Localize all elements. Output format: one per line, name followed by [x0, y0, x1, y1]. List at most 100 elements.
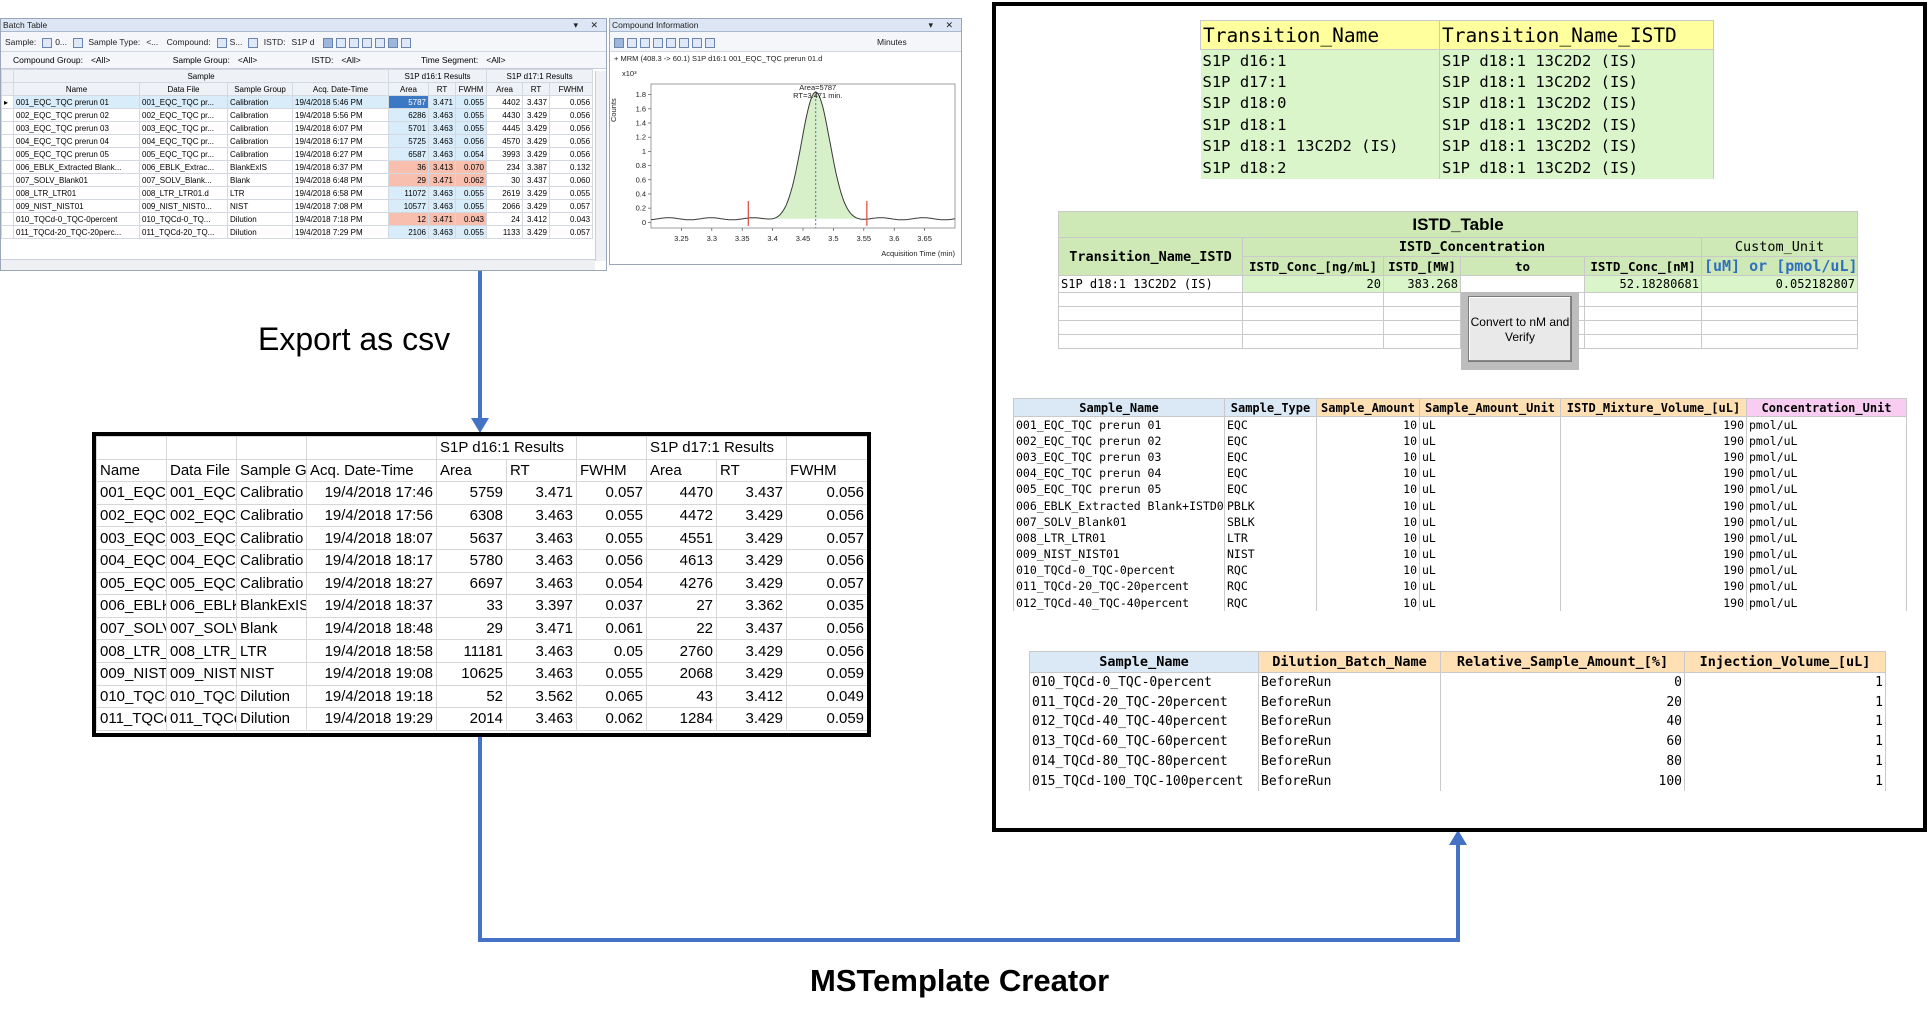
batch-cell[interactable]: 19/4/2018 6:27 PM [292, 147, 389, 161]
sample-table-row[interactable]: 003_EQC_TQC prerun 03 EQC 10 uL 190 pmol/uL [1013, 448, 1907, 466]
integrate-icon[interactable] [653, 37, 663, 48]
sample-table-cell[interactable]: 006_EBLK_Extracted Blank+ISTD01 [1013, 497, 1225, 514]
batch-cell[interactable]: 004_EQC_TQC prerun 04 [13, 134, 140, 148]
batch-cell[interactable]: 006_EBLK_Extrac... [139, 160, 228, 174]
sample-table-cell[interactable]: 190 [1560, 416, 1747, 433]
batch-cell[interactable]: 010_TQCd-0_TQ... [139, 212, 228, 226]
transition-name-cell[interactable]: S1P d18:2 [1200, 157, 1440, 179]
sample-table-cell[interactable]: uL [1419, 448, 1561, 466]
sample-table-cell[interactable]: pmol/uL [1746, 416, 1907, 433]
batch-cell[interactable]: 3.463 [428, 147, 456, 161]
dilution-table-cell[interactable]: 1 [1684, 771, 1886, 792]
sample-table-row[interactable]: 005_EQC_TQC prerun 05 EQC 10 uL 190 pmol/uL [1013, 481, 1907, 498]
dilution-table-cell[interactable]: BeforeRun [1258, 771, 1441, 792]
sample-table-cell[interactable]: 10 [1316, 465, 1420, 482]
sample-table-cell[interactable]: 190 [1560, 513, 1747, 530]
batch-cell[interactable]: 3.429 [522, 121, 551, 135]
dilution-table-cell[interactable]: BeforeRun [1258, 712, 1441, 732]
sample-table-cell[interactable]: pmol/uL [1746, 465, 1907, 482]
transition-name-cell[interactable]: S1P d18:1 [1200, 114, 1440, 136]
batch-cell[interactable]: 0.057 [549, 199, 594, 213]
batch-cell[interactable]: 008_LTR_LTR01 [13, 186, 140, 200]
batch-cell[interactable]: 3.463 [428, 199, 456, 213]
sample-table-cell[interactable]: 10 [1316, 448, 1420, 466]
batch-cell[interactable]: 3.471 [428, 173, 456, 187]
sample-table-cell[interactable]: PBLK [1224, 497, 1317, 514]
sample-table-cell[interactable]: pmol/uL [1746, 562, 1907, 579]
sample-table-cell[interactable]: 003_EQC_TQC prerun 03 [1013, 448, 1225, 466]
batch-cell[interactable]: 3.413 [428, 160, 456, 174]
dilution-table-row[interactable]: 011_TQCd-20_TQC-20percent BeforeRun 20 1 [1029, 692, 1886, 713]
batch-cell[interactable]: 0.056 [549, 121, 594, 135]
sample-table-cell[interactable]: 011_TQCd-20_TQC-20percent [1013, 578, 1225, 595]
batch-cell[interactable]: 005_EQC_TQC prerun 05 [13, 147, 140, 161]
batch-cell[interactable]: 4570 [486, 134, 524, 148]
row-indicator[interactable]: ▸ [1, 95, 14, 109]
batch-cell[interactable]: 19/4/2018 7:08 PM [292, 199, 389, 213]
batch-cell[interactable]: 3.437 [522, 173, 551, 187]
dilution-table-row[interactable]: 014_TQCd-80_TQC-80percent BeforeRun 80 1 [1029, 751, 1886, 772]
sample-table-cell[interactable]: EQC [1224, 432, 1317, 449]
print-icon[interactable] [692, 37, 702, 48]
autoscale-icon[interactable] [640, 37, 650, 48]
dilution-table-row[interactable]: 013_TQCd-60_TQC-60percent BeforeRun 60 1 [1029, 731, 1886, 752]
sample-table-cell[interactable]: uL [1419, 513, 1561, 530]
batch-cell[interactable]: 004_EQC_TQC pr... [139, 134, 228, 148]
sample-table-cell[interactable]: 10 [1316, 546, 1420, 563]
batch-cell[interactable]: 005_EQC_TQC pr... [139, 147, 228, 161]
column-header[interactable]: FWHM [549, 82, 594, 96]
batch-cell[interactable]: 3.471 [428, 95, 456, 109]
sample-select[interactable]: 0... [55, 37, 67, 47]
batch-cell[interactable]: Calibration [227, 95, 293, 109]
dilution-table-row[interactable]: 010_TQCd-0_TQC-0percent BeforeRun 0 1 [1029, 672, 1886, 693]
batch-cell[interactable]: 0.055 [454, 95, 488, 109]
sample-table-cell[interactable]: uL [1419, 546, 1561, 563]
batch-table-row[interactable]: 002_EQC_TQC prerun 02 002_EQC_TQC pr... Ca… [1, 108, 594, 122]
row-indicator[interactable] [1, 147, 14, 161]
dilution-table-cell[interactable]: 010_TQCd-0_TQC-0percent [1029, 672, 1259, 693]
dilution-table-cell[interactable]: 1 [1684, 692, 1886, 713]
batch-cell[interactable]: 2106 [388, 225, 429, 239]
batch-cell[interactable]: 008_LTR_LTR01.d [139, 186, 228, 200]
horizontal-scrollbar[interactable] [1, 259, 595, 270]
row-indicator[interactable] [1, 173, 14, 187]
compound-select[interactable]: S... [230, 37, 243, 47]
row-indicator[interactable] [1, 134, 14, 148]
batch-cell[interactable]: 234 [486, 160, 524, 174]
sample-table-cell[interactable]: SBLK [1224, 513, 1317, 530]
istd-row-name[interactable]: S1P d18:1 13C2D2 (IS) [1058, 275, 1243, 293]
sample-table-cell[interactable]: 190 [1560, 432, 1747, 449]
batch-cell[interactable]: 3.463 [428, 186, 456, 200]
flag-blue-icon[interactable] [361, 37, 372, 48]
dilution-table-cell[interactable]: 40 [1440, 712, 1685, 732]
transition-row[interactable]: S1P d18:0 S1P d18:1 13C2D2 (IS) [1200, 92, 1714, 114]
sample-table-cell[interactable]: pmol/uL [1746, 546, 1907, 563]
batch-cell[interactable]: 29 [388, 173, 429, 187]
batch-cell[interactable]: 0.043 [549, 212, 594, 226]
dilution-table-row[interactable]: 012_TQCd-40_TQC-40percent BeforeRun 40 1 [1029, 712, 1886, 732]
transition-name-cell[interactable]: S1P d16:1 [1200, 49, 1440, 71]
dilution-table-cell[interactable]: 60 [1440, 731, 1685, 752]
sample-table-cell[interactable]: EQC [1224, 416, 1317, 433]
batch-cell[interactable]: 0.060 [549, 173, 594, 187]
batch-cell[interactable]: 011_TQCd-20_TQ... [139, 225, 228, 239]
batch-cell[interactable]: 3.387 [522, 160, 551, 174]
sample-table-row[interactable]: 007_SOLV_Blank01 SBLK 10 uL 190 pmol/uL [1013, 513, 1907, 530]
batch-cell[interactable]: 0.057 [549, 225, 594, 239]
batch-table-row[interactable]: 009_NIST_NIST01 009_NIST_NIST0... NIST 19/4… [1, 199, 594, 213]
sample-table-cell[interactable]: RQC [1224, 562, 1317, 579]
batch-table-row[interactable]: ▸ 001_EQC_TQC prerun 01 001_EQC_TQC pr... C… [1, 95, 594, 109]
compound-nav-icon[interactable] [216, 37, 227, 48]
batch-cell[interactable]: 011_TQCd-20_TQC-20perc... [13, 225, 140, 239]
sample-table-row[interactable]: 012_TQCd-40_TQC-40percent RQC 10 uL 190 pmol/… [1013, 594, 1907, 611]
batch-cell[interactable]: 3.463 [428, 225, 456, 239]
istd-select[interactable]: S1P d [291, 37, 314, 47]
transition-istd-cell[interactable]: S1P d18:1 13C2D2 (IS) [1439, 114, 1714, 136]
time-segment-select[interactable]: <All> [486, 55, 505, 65]
sample-table-cell[interactable]: EQC [1224, 465, 1317, 482]
sample-table-cell[interactable]: pmol/uL [1746, 578, 1907, 595]
batch-cell[interactable]: 19/4/2018 7:29 PM [292, 225, 389, 239]
batch-cell[interactable]: 0.132 [549, 160, 594, 174]
batch-cell[interactable]: 0.056 [454, 134, 488, 148]
batch-cell[interactable]: 003_EQC_TQC pr... [139, 121, 228, 135]
